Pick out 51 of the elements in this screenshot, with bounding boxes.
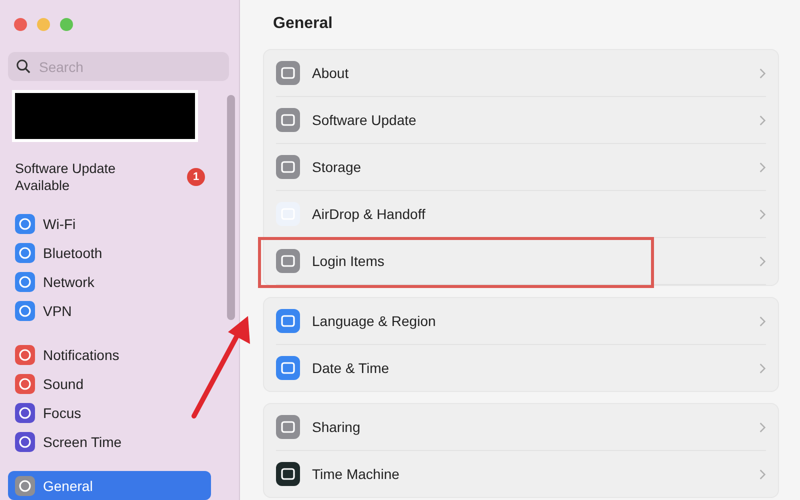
scrollbar[interactable]	[227, 95, 235, 320]
setting-icon	[15, 242, 35, 262]
chevron-icon	[759, 208, 766, 220]
settings-row[interactable]: Software Update	[276, 97, 766, 144]
setting-icon	[15, 476, 35, 496]
search-icon	[16, 59, 31, 74]
update-notice[interactable]: Software Update Available	[15, 160, 155, 194]
settings-row[interactable]: Language & Region	[276, 298, 766, 345]
sidebar-item[interactable]: Sound	[8, 369, 211, 398]
settings-row[interactable]: Storage	[276, 144, 766, 191]
chevron-icon	[759, 362, 766, 374]
zoom-button[interactable]	[60, 18, 73, 30]
setting-icon	[15, 374, 35, 394]
setting-icon	[276, 309, 300, 333]
close-button[interactable]	[14, 18, 27, 30]
settings-row[interactable]: AirDrop & Handoff	[276, 191, 766, 238]
minimize-button[interactable]	[37, 18, 50, 30]
setting-icon	[276, 155, 300, 179]
chevron-icon	[759, 316, 766, 326]
chevron-icon	[759, 114, 766, 126]
chevron-icon	[759, 256, 766, 266]
setting-icon	[15, 214, 35, 234]
setting-icon	[15, 402, 35, 422]
setting-icon	[276, 61, 300, 85]
setting-icon	[276, 108, 300, 132]
setting-icon	[276, 462, 300, 486]
settings-row[interactable]: Time Machine	[276, 451, 766, 497]
chevron-icon	[759, 162, 766, 172]
sidebar-item[interactable]: Network	[8, 267, 211, 296]
setting-icon	[15, 344, 35, 364]
chevron-icon	[759, 422, 766, 432]
chevron-icon	[759, 468, 766, 480]
sidebar-item[interactable]: Wi-Fi	[8, 209, 211, 238]
chevron-icon	[759, 68, 766, 78]
setting-icon	[276, 249, 300, 273]
setting-icon	[15, 300, 35, 320]
sidebar-item[interactable]: Focus	[8, 398, 211, 427]
sidebar-item[interactable]: Screen Time	[8, 427, 211, 456]
sidebar-item[interactable]: Notifications	[8, 340, 211, 369]
sidebar-item[interactable]: Bluetooth	[8, 238, 211, 267]
settings-row[interactable]: Date & Time	[276, 345, 766, 391]
settings-row[interactable]: Sharing	[276, 404, 766, 451]
sidebar-item[interactable]: General	[8, 471, 211, 500]
setting-icon	[276, 356, 300, 380]
setting-icon	[15, 432, 35, 452]
setting-icon	[15, 272, 35, 292]
settings-row[interactable]: About	[276, 50, 766, 97]
notification-badge: 1	[187, 168, 205, 186]
sidebar-item[interactable]: VPN	[8, 296, 211, 325]
page-title: General	[273, 15, 334, 33]
setting-icon	[276, 415, 300, 439]
